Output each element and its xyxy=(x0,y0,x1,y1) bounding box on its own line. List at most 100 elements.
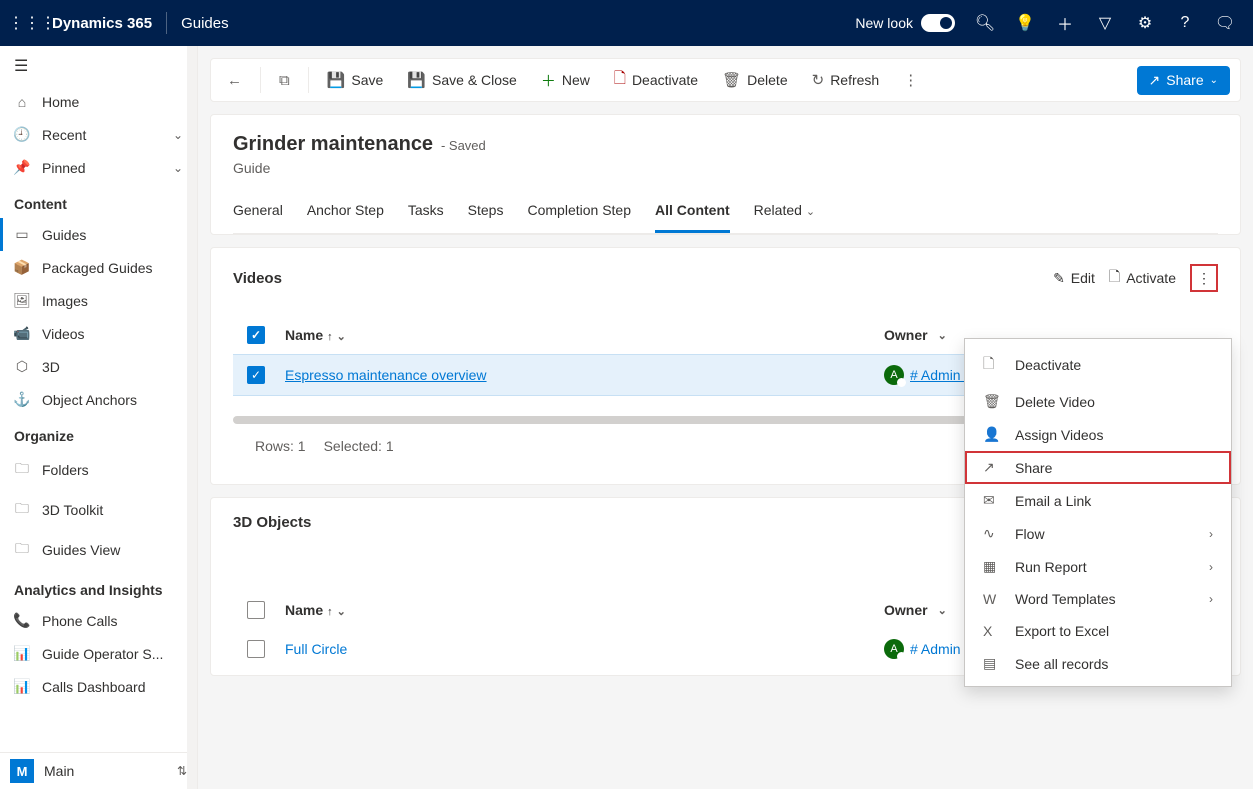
tab-all-content[interactable]: All Content xyxy=(655,194,730,233)
more-commands-button[interactable]: ⋮ xyxy=(897,67,924,93)
help-icon[interactable]: ? xyxy=(1165,14,1205,32)
nav-guides-view[interactable]: 🗀Guides View xyxy=(0,530,197,570)
video-icon: 📹 xyxy=(14,325,30,342)
share-icon: ↗ xyxy=(983,459,1001,476)
new-button[interactable]: ＋New xyxy=(535,66,596,95)
refresh-button[interactable]: ↻Refresh xyxy=(806,67,886,93)
area-label: Main xyxy=(44,763,74,779)
share-button[interactable]: ↗Share⌄ xyxy=(1137,66,1230,95)
search-icon[interactable]: 🔍︎ xyxy=(965,13,1005,33)
hamburger-icon[interactable]: ☰ xyxy=(0,46,197,86)
nav-packaged-guides[interactable]: 📦Packaged Guides xyxy=(0,251,197,284)
nav-label: Folders xyxy=(42,462,89,478)
cm-see-all-records[interactable]: ▤See all records xyxy=(965,647,1231,680)
toggle-switch[interactable] xyxy=(921,14,955,32)
3d-objects-title: 3D Objects xyxy=(233,514,311,531)
flow-icon: ∿ xyxy=(983,525,1001,542)
image-icon: 🖼 xyxy=(14,292,30,309)
phone-icon: 📞 xyxy=(14,612,30,629)
nav-videos[interactable]: 📹Videos xyxy=(0,317,197,350)
edit-button[interactable]: ✎Edit xyxy=(1053,270,1095,287)
delete-button[interactable]: 🗑Delete xyxy=(716,67,794,93)
nav-folders[interactable]: 🗀 Folders xyxy=(0,450,197,490)
activate-icon: 🗋 xyxy=(1109,266,1120,290)
cm-word-templates[interactable]: WWord Templates› xyxy=(965,583,1231,615)
nav-recent[interactable]: 🕘Recent⌄ xyxy=(0,118,197,151)
nav-label: Calls Dashboard xyxy=(42,679,146,695)
select-all-checkbox[interactable] xyxy=(247,601,265,619)
select-all-checkbox[interactable]: ✓ xyxy=(247,326,265,344)
lightbulb-icon[interactable]: 💡 xyxy=(1005,13,1045,33)
brand-label: Dynamics 365 xyxy=(52,15,152,32)
nav-label: Object Anchors xyxy=(42,392,137,408)
cm-run-report[interactable]: ▦Run Report› xyxy=(965,550,1231,583)
edit-icon: ✎ xyxy=(1053,270,1065,287)
activate-button[interactable]: 🗋Activate xyxy=(1109,266,1176,290)
cm-delete-video[interactable]: 🗑Delete Video xyxy=(965,385,1231,418)
app-launcher-icon[interactable]: ⋮⋮⋮ xyxy=(8,13,48,33)
delete-icon: 🗑 xyxy=(983,393,1001,410)
filter-icon[interactable]: ▽ xyxy=(1085,13,1125,33)
row-checkbox[interactable] xyxy=(247,640,265,658)
nav-3d-toolkit[interactable]: 🗀 3D Toolkit xyxy=(0,490,197,530)
nav-scrollbar[interactable] xyxy=(187,46,197,789)
home-icon: ⌂ xyxy=(14,94,30,110)
row-checkbox[interactable]: ✓ xyxy=(247,366,265,384)
save-close-button[interactable]: 💾Save & Close xyxy=(401,67,523,93)
folder-icon: 🗀 xyxy=(14,458,30,482)
col-name[interactable]: Name↑⌄ xyxy=(285,327,884,343)
cm-share[interactable]: ↗Share xyxy=(965,451,1231,484)
folder-icon: 🗀 xyxy=(14,498,30,522)
cm-export-excel[interactable]: XExport to Excel xyxy=(965,615,1231,647)
3d-name-link[interactable]: Full Circle xyxy=(285,641,347,657)
folder-icon: 🗀 xyxy=(14,538,30,562)
clock-icon: 🕘 xyxy=(14,126,30,143)
settings-icon[interactable]: ⚙ xyxy=(1125,13,1165,33)
tab-related[interactable]: Related⌄ xyxy=(754,194,815,233)
deactivate-button[interactable]: 🗋Deactivate xyxy=(608,64,704,97)
mail-icon: ✉ xyxy=(983,492,1001,509)
nav-label: Home xyxy=(42,94,79,110)
tab-completion-step[interactable]: Completion Step xyxy=(527,194,631,233)
area-switcher[interactable]: M Main ⇅ xyxy=(0,752,197,789)
nav-pinned[interactable]: 📌Pinned⌄ xyxy=(0,151,197,184)
video-name-link[interactable]: Espresso maintenance overview xyxy=(285,367,487,383)
nav-section-analytics: Analytics and Insights xyxy=(0,570,197,604)
cm-assign-videos[interactable]: 👤Assign Videos xyxy=(965,418,1231,451)
command-bar: ← ⧉ 💾Save 💾Save & Close ＋New 🗋Deactivate… xyxy=(210,58,1241,102)
tab-general[interactable]: General xyxy=(233,194,283,233)
plus-icon: ＋ xyxy=(541,70,556,91)
tab-anchor-step[interactable]: Anchor Step xyxy=(307,194,384,233)
col-name[interactable]: Name↑⌄ xyxy=(285,602,884,618)
tab-steps[interactable]: Steps xyxy=(468,194,504,233)
left-nav: ☰ ⌂ Home 🕘Recent⌄ 📌Pinned⌄ Content ▭Guide… xyxy=(0,46,198,789)
popout-button[interactable]: ⧉ xyxy=(273,68,296,93)
delete-icon: 🗑 xyxy=(722,71,741,89)
cm-flow[interactable]: ∿Flow› xyxy=(965,517,1231,550)
nav-label: Pinned xyxy=(42,160,86,176)
report-icon: ▦ xyxy=(983,558,1001,575)
new-look-toggle[interactable]: New look xyxy=(855,14,955,32)
tab-tasks[interactable]: Tasks xyxy=(408,194,444,233)
nav-phone-calls[interactable]: 📞Phone Calls xyxy=(0,604,197,637)
nav-calls-dashboard[interactable]: 📊Calls Dashboard xyxy=(0,670,197,703)
cm-deactivate[interactable]: 🗋Deactivate xyxy=(965,345,1231,385)
nav-home[interactable]: ⌂ Home xyxy=(0,86,197,118)
app-name[interactable]: Guides xyxy=(181,15,229,32)
chat-icon[interactable]: 🗨 xyxy=(1205,13,1245,33)
deactivate-icon: 🗋 xyxy=(614,68,626,93)
nav-3d[interactable]: ⬡3D xyxy=(0,350,197,383)
back-button[interactable]: ← xyxy=(221,68,248,93)
more-videos-button[interactable]: ⋮ xyxy=(1190,264,1218,292)
nav-label: 3D Toolkit xyxy=(42,502,103,518)
nav-images[interactable]: 🖼Images xyxy=(0,284,197,317)
save-button[interactable]: 💾Save xyxy=(321,67,390,93)
cm-email-link[interactable]: ✉Email a Link xyxy=(965,484,1231,517)
nav-object-anchors[interactable]: ⚓Object Anchors xyxy=(0,383,197,416)
save-icon: 💾 xyxy=(327,71,346,89)
nav-guides[interactable]: ▭Guides xyxy=(0,218,197,251)
nav-operator[interactable]: 📊Guide Operator S... xyxy=(0,637,197,670)
add-icon[interactable]: ＋ xyxy=(1045,11,1085,35)
nav-section-content: Content xyxy=(0,184,197,218)
deactivate-icon: 🗋 xyxy=(983,353,1001,377)
